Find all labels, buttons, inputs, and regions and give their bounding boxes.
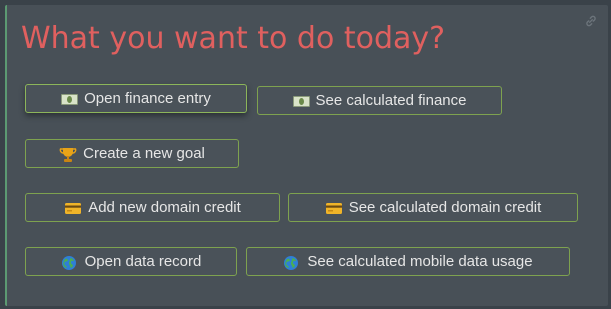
see-calculated-finance-button[interactable]: See calculated finance bbox=[257, 86, 502, 115]
actions-panel: What you want to do today? Open finance … bbox=[5, 5, 608, 306]
add-domain-credit-label: Add new domain credit bbox=[88, 199, 241, 216]
see-domain-credit-button[interactable]: See calculated domain credit bbox=[288, 193, 578, 222]
credit-card-icon bbox=[325, 201, 343, 215]
open-finance-entry-button[interactable]: Open finance entry bbox=[25, 84, 247, 113]
globe-icon bbox=[61, 255, 79, 270]
page-title: What you want to do today? bbox=[21, 21, 446, 56]
add-domain-credit-button[interactable]: Add new domain credit bbox=[25, 193, 280, 222]
open-data-record-button[interactable]: Open data record bbox=[25, 247, 237, 276]
link-icon[interactable] bbox=[584, 14, 598, 28]
banknote-icon bbox=[292, 95, 310, 107]
trophy-icon bbox=[59, 147, 77, 162]
globe-icon bbox=[283, 255, 301, 270]
open-data-record-label: Open data record bbox=[84, 253, 202, 270]
banknote-icon bbox=[61, 93, 79, 105]
see-calculated-finance-label: See calculated finance bbox=[315, 92, 467, 109]
see-mobile-data-usage-label: See calculated mobile data usage bbox=[307, 253, 533, 270]
credit-card-icon bbox=[64, 201, 82, 215]
create-new-goal-label: Create a new goal bbox=[83, 145, 205, 162]
open-finance-entry-label: Open finance entry bbox=[84, 90, 211, 107]
see-mobile-data-usage-button[interactable]: See calculated mobile data usage bbox=[246, 247, 570, 276]
see-domain-credit-label: See calculated domain credit bbox=[348, 199, 542, 216]
create-new-goal-button[interactable]: Create a new goal bbox=[25, 139, 239, 168]
